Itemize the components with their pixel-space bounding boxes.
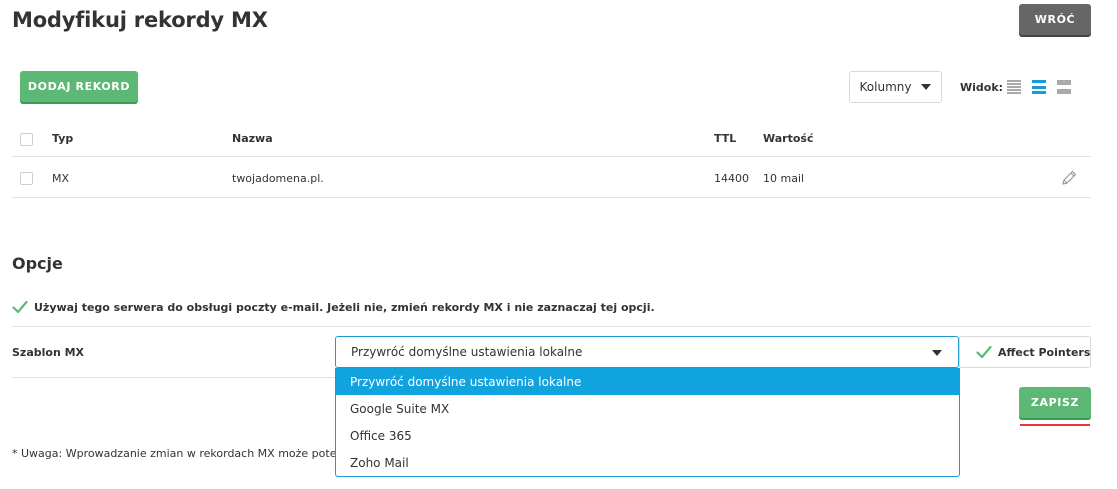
table-divider — [12, 156, 1091, 157]
pencil-icon[interactable] — [1060, 169, 1078, 187]
column-header-ttl[interactable]: TTL — [714, 132, 736, 145]
caret-down-icon — [921, 84, 932, 90]
page-title: Modyfikuj rekordy MX — [12, 8, 268, 32]
save-button[interactable]: ZAPISZ — [1019, 387, 1091, 418]
row-checkbox[interactable] — [20, 172, 33, 185]
caret-down-icon — [932, 350, 942, 356]
dropdown-option[interactable]: Google Suite MX — [336, 395, 959, 422]
dropdown-option[interactable]: Zoho Mail — [336, 449, 959, 476]
columns-label: Kolumny — [859, 80, 912, 94]
view-list-icon[interactable] — [1007, 80, 1021, 94]
column-header-type[interactable]: Typ — [52, 132, 73, 145]
row-value: 10 mail — [763, 172, 805, 185]
select-all-checkbox[interactable] — [20, 133, 33, 146]
template-select[interactable]: Przywróć domyślne ustawienia lokalne — [335, 336, 959, 368]
warning-note: * Uwaga: Wprowadzanie zmian w rekordach … — [12, 447, 335, 460]
row-ttl: 14400 — [714, 172, 749, 185]
view-medium-icon[interactable] — [1032, 80, 1046, 94]
column-header-name[interactable]: Nazwa — [232, 132, 273, 145]
save-highlight-underline — [1020, 424, 1090, 426]
template-label: Szablon MX — [12, 346, 85, 359]
columns-dropdown-button[interactable]: Kolumny — [849, 71, 942, 103]
row-type: MX — [52, 172, 70, 185]
options-divider — [12, 377, 335, 378]
dropdown-option[interactable]: Office 365 — [336, 422, 959, 449]
add-record-button[interactable]: DODAJ REKORD — [20, 71, 138, 102]
column-header-value[interactable]: Wartość — [763, 132, 813, 145]
view-label: Widok: — [960, 81, 1004, 94]
view-large-icon[interactable] — [1057, 80, 1071, 94]
back-button[interactable]: WRÓĆ — [1019, 4, 1091, 35]
affect-pointers-toggle[interactable]: Affect Pointers — [959, 336, 1091, 368]
affect-pointers-checked-icon — [976, 345, 992, 359]
use-server-checkbox-checked-icon[interactable] — [12, 300, 28, 314]
template-select-value: Przywróć domyślne ustawienia lokalne — [351, 345, 583, 359]
affect-pointers-label: Affect Pointers — [998, 346, 1091, 359]
options-divider — [12, 326, 1091, 327]
table-divider — [12, 197, 1091, 198]
use-server-label[interactable]: Używaj tego serwera do obsługi poczty e-… — [34, 301, 655, 314]
row-name: twojadomena.pl. — [232, 172, 324, 185]
template-dropdown-list: Przywróć domyślne ustawienia lokalne Goo… — [335, 368, 960, 477]
options-title: Opcje — [12, 254, 63, 273]
dropdown-option[interactable]: Przywróć domyślne ustawienia lokalne — [336, 368, 959, 395]
